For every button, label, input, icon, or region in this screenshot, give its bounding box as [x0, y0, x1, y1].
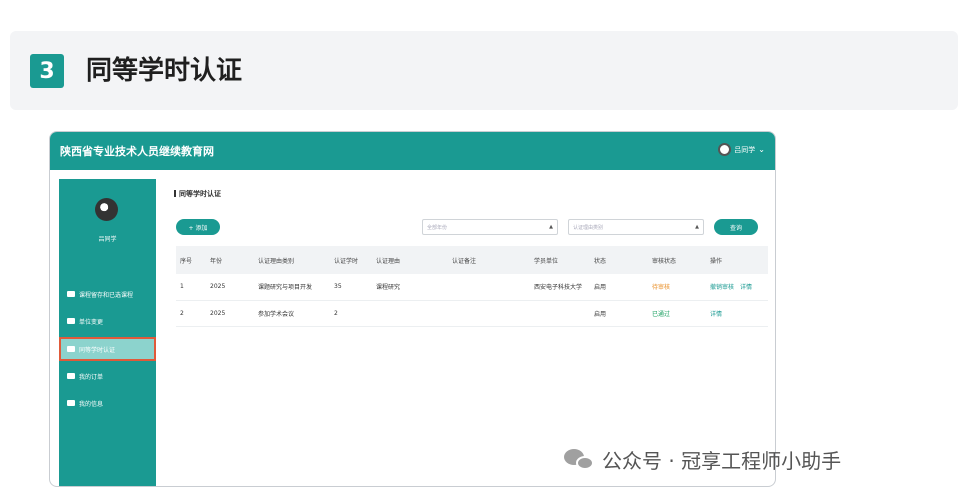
col-header: 状态	[594, 257, 607, 265]
top-bar: 陕西省专业技术人员继续教育网 吕同学 ⌄	[50, 132, 775, 170]
category-select[interactable]: 认证理由类别 ▲	[568, 219, 704, 235]
col-header: 认证备注	[452, 257, 477, 265]
user-name: 吕同学	[734, 145, 756, 154]
watermark: 公众号 · 冠享工程师小助手	[564, 445, 841, 474]
sidebar-item-label: 课程留存和已选课程	[79, 291, 134, 299]
cell-reason	[372, 300, 448, 327]
sidebar-item-label: 同等学时认证	[79, 346, 116, 354]
caret-down-icon: ▲	[549, 224, 553, 230]
col-header: 序号	[180, 257, 193, 265]
col-header: 认证学时	[334, 257, 359, 265]
site-title[interactable]: 陕西省专业技术人员继续教育网	[60, 143, 214, 159]
year-select[interactable]: 全部年份 ▲	[422, 219, 558, 235]
wechat-icon	[564, 448, 596, 471]
cell-year: 2025	[206, 274, 254, 301]
year-select-placeholder: 全部年份	[427, 224, 448, 231]
sidebar-item-equivalent-hours[interactable]: 同等学时认证	[59, 337, 156, 361]
records-table: 序号 年份 认证理由类别 认证学时 认证理由 认证备注 学员单位 状态 审核状态…	[176, 246, 768, 327]
briefcase-icon	[67, 291, 75, 297]
briefcase-icon	[67, 346, 75, 352]
cell-category: 参加学术会议	[254, 300, 330, 327]
profile-avatar	[95, 198, 118, 221]
cell-actions[interactable]: 详情	[706, 300, 768, 327]
page-title: 同等学时认证	[174, 189, 221, 199]
cell-category: 课题研究与项目开发	[254, 274, 330, 301]
sidebar-item-courses[interactable]: 课程留存和已选课程	[65, 285, 152, 303]
cell-hours: 35	[330, 274, 372, 301]
avatar	[718, 143, 732, 156]
cell-actions[interactable]: 撤销审核 详情	[706, 274, 768, 301]
briefcase-icon	[67, 373, 75, 379]
add-button[interactable]: + 添加	[176, 219, 220, 235]
sidebar-item-orders[interactable]: 我的订单	[65, 367, 152, 385]
col-header: 认证理由	[376, 257, 401, 265]
cell-no: 2	[176, 300, 206, 327]
cell-no: 1	[176, 274, 206, 301]
sidebar-user-name: 吕同学	[98, 236, 117, 243]
briefcase-icon	[67, 400, 75, 406]
sidebar-item-my-info[interactable]: 我的信息	[65, 394, 152, 412]
cell-year: 2025	[206, 300, 254, 327]
cell-unit	[530, 300, 590, 327]
query-button[interactable]: 查询	[714, 219, 758, 235]
caret-down-icon: ▲	[695, 224, 699, 230]
col-header: 审核状态	[652, 257, 677, 265]
sidebar-item-label: 我的信息	[79, 400, 104, 408]
sidebar: 吕同学 课程留存和已选课程 单位变更 同等学时认证 我的订单 我的信息	[59, 179, 156, 486]
cell-hours: 2	[330, 300, 372, 327]
chevron-down-icon: ⌄	[758, 145, 765, 154]
col-header: 认证理由类别	[258, 257, 295, 265]
sidebar-item-unit-change[interactable]: 单位变更	[65, 312, 152, 330]
category-select-placeholder: 认证理由类别	[573, 224, 604, 231]
briefcase-icon	[67, 318, 75, 324]
col-header: 年份	[210, 257, 223, 265]
table-header-row: 序号 年份 认证理由类别 认证学时 认证理由 认证备注 学员单位 状态 审核状态…	[176, 246, 768, 274]
cell-note	[448, 300, 530, 327]
cell-audit-status: 待审核	[648, 274, 706, 301]
cell-status: 启用	[590, 274, 648, 301]
cell-reason: 课程研究	[372, 274, 448, 301]
section-header: 3 同等学时认证	[10, 31, 958, 110]
table-row: 2 2025 参加学术会议 2 启用 已通过 详情	[176, 300, 768, 327]
cell-audit-status: 已通过	[648, 300, 706, 327]
app-screenshot: 陕西省专业技术人员继续教育网 吕同学 ⌄ 吕同学 课程留存和已选课程 单位变更 …	[49, 131, 776, 487]
section-number-badge: 3	[30, 54, 64, 88]
user-menu[interactable]: 吕同学 ⌄	[718, 143, 765, 156]
col-header: 操作	[710, 257, 723, 265]
sidebar-item-label: 单位变更	[79, 318, 104, 326]
section-title: 同等学时认证	[86, 56, 243, 86]
cell-status: 启用	[590, 300, 648, 327]
sidebar-item-label: 我的订单	[79, 373, 104, 381]
main-content: 同等学时认证 + 添加 全部年份 ▲ 认证理由类别 ▲ 查询 序号 年份 认证理…	[166, 179, 768, 479]
cell-note	[448, 274, 530, 301]
watermark-text: 公众号 · 冠享工程师小助手	[602, 449, 842, 473]
cell-unit: 西安电子科技大学	[530, 274, 590, 301]
col-header: 学员单位	[534, 257, 559, 265]
table-row: 1 2025 课题研究与项目开发 35 课程研究 西安电子科技大学 启用 待审核…	[176, 274, 768, 301]
